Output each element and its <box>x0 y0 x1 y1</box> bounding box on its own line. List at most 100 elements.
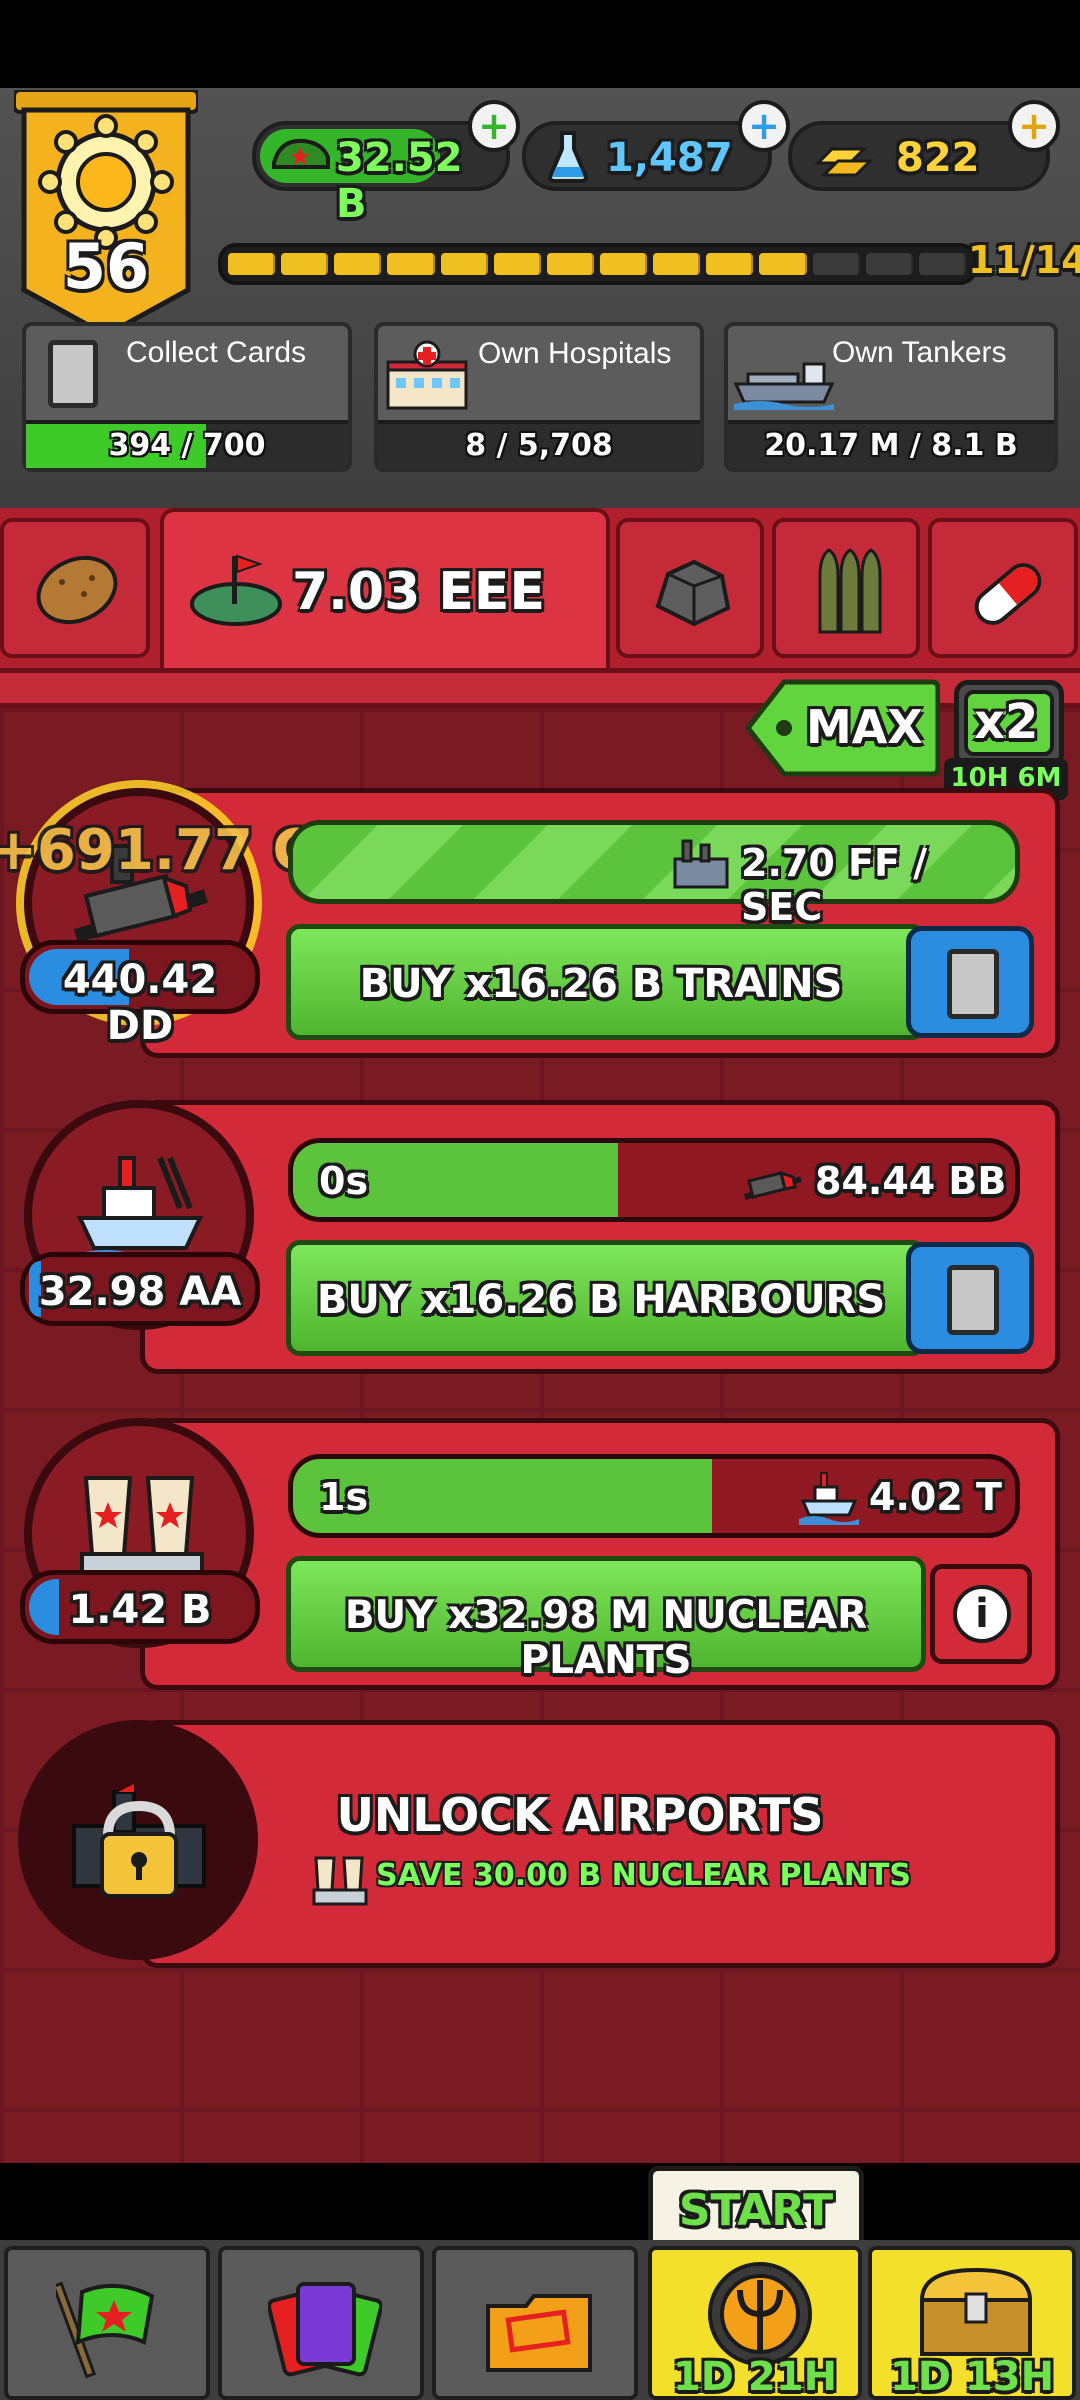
boost-label: x2 <box>974 694 1039 750</box>
flask-icon <box>547 131 589 183</box>
mission-progress-bar: 8 / 5,708 <box>378 420 700 468</box>
buy-harbours-label: BUY x16.26 B HARBOURS <box>316 1277 886 1323</box>
xp-progress-bar <box>218 243 978 285</box>
start-button[interactable]: START <box>648 2166 864 2250</box>
xp-segment <box>334 253 382 275</box>
xp-segment <box>493 253 541 275</box>
xp-segment <box>600 253 648 275</box>
card-icon <box>947 949 999 1019</box>
factory-icon <box>671 835 731 895</box>
buy-trains-button[interactable]: BUY x16.26 B TRAINS <box>286 924 926 1040</box>
unlock-requirement: SAVE 30.00 B NUCLEAR PLANTS <box>376 1858 911 1893</box>
nav-event-button-1[interactable]: 1D 21H <box>648 2246 862 2400</box>
gold-bars-icon <box>814 135 876 179</box>
xp-segment <box>281 253 329 275</box>
nav-folder-button[interactable] <box>432 2246 638 2400</box>
nuclear-plants-requirement: 4.02 T <box>869 1475 1002 1519</box>
trains-rate: 2.70 FF / SEC <box>741 841 928 929</box>
trains-card-button[interactable] <box>906 926 1034 1038</box>
level-banner[interactable]: 56 <box>12 88 200 340</box>
nuclear-plant-small-icon <box>310 1850 370 1914</box>
harbours-owned: 32.98 AA <box>38 1269 242 1315</box>
pill-icon <box>966 552 1050 640</box>
mission-label: Own Hospitals <box>478 337 672 370</box>
folder-icon <box>480 2270 598 2388</box>
trident-medal-icon <box>700 2256 820 2370</box>
hospital-icon <box>384 340 470 412</box>
event-timer-2: 1D 13H <box>889 2354 1055 2400</box>
xp-segment <box>865 253 913 275</box>
nuclear-plants-progress-bar: 1s 4.02 T <box>288 1454 1020 1538</box>
trains-progress-bar: 2.70 FF / SEC <box>288 820 1020 929</box>
mission-own-tankers[interactable]: Own Tankers 20.17 M / 8.1 B <box>724 322 1058 472</box>
xp-segment <box>653 253 701 275</box>
nav-cards-button[interactable] <box>218 2246 424 2400</box>
tab-ammo[interactable] <box>772 518 920 658</box>
xp-segment <box>387 253 435 275</box>
flag-icon <box>51 2272 166 2386</box>
level-number: 56 <box>62 230 150 303</box>
trains-owned-pill: 440.42 DD <box>20 940 260 1049</box>
event-timer-1: 1D 21H <box>672 2354 838 2400</box>
header: 56 32.52 B + 1,487 + 822 + 11/14 Collect… <box>0 88 1080 508</box>
row-unlock-airports[interactable] <box>140 1720 1060 1968</box>
harbours-progress-bar: 0s 84.44 BB <box>288 1138 1020 1222</box>
cards-icon <box>266 2270 384 2388</box>
tanker-icon <box>733 344 835 410</box>
active-resource-value: 7.03 EEE <box>292 562 545 622</box>
nuclear-plants-info-button[interactable]: i <box>930 1564 1032 1664</box>
nuclear-plants-owned-pill: 1.42 B <box>20 1570 260 1644</box>
ore-icon <box>650 556 734 632</box>
xp-segment <box>228 253 276 275</box>
mission-progress-text: 20.17 M / 8.1 B <box>764 428 1018 463</box>
trains-owned: 440.42 DD <box>62 957 218 1049</box>
nuclear-plants-timer: 1s <box>319 1475 369 1519</box>
card-icon <box>947 1265 999 1335</box>
harbours-owned-pill: 32.98 AA <box>20 1252 260 1326</box>
gold-value: 822 <box>896 135 980 181</box>
tab-ore[interactable] <box>616 518 764 658</box>
nuclear-plants-owned: 1.42 B <box>68 1587 212 1633</box>
tab-potato[interactable] <box>0 518 150 658</box>
buy-nuclear-plants-label: BUY x32.98 M NUCLEAR PLANTS <box>344 1593 868 1683</box>
nav-event-button-2[interactable]: 1D 13H <box>868 2246 1076 2400</box>
ammo-icon <box>814 546 886 640</box>
buy-nuclear-plants-button[interactable]: BUY x32.98 M NUCLEAR PLANTS <box>286 1556 926 1683</box>
research-value: 1,487 <box>606 135 733 181</box>
xp-segment <box>440 253 488 275</box>
buy-harbours-button[interactable]: BUY x16.26 B HARBOURS <box>286 1240 926 1356</box>
start-label: START <box>678 2185 834 2236</box>
ship-small-icon <box>799 1467 859 1531</box>
cash-icon <box>270 133 332 177</box>
harbours-timer: 0s <box>319 1159 369 1203</box>
treasure-chest-icon <box>912 2260 1040 2364</box>
xp-segment <box>812 253 860 275</box>
xp-progress-text: 11/14 <box>968 238 1080 282</box>
research-pill[interactable]: 1,487 <box>522 121 772 191</box>
nav-flag-button[interactable] <box>4 2246 210 2400</box>
mission-label: Own Tankers <box>832 336 1007 369</box>
tab-medicine[interactable] <box>928 518 1078 658</box>
harbours-requirement: 84.44 BB <box>815 1159 1007 1203</box>
buy-trains-label: BUY x16.26 B TRAINS <box>359 961 843 1007</box>
tab-land[interactable]: 7.03 EEE <box>160 508 610 668</box>
unlock-title: UNLOCK AIRPORTS <box>336 1788 824 1842</box>
mission-progress-text: 8 / 5,708 <box>465 428 613 463</box>
mission-collect-cards[interactable]: Collect Cards 394 / 700 <box>22 322 352 472</box>
mission-own-hospitals[interactable]: Own Hospitals 8 / 5,708 <box>374 322 704 472</box>
xp-segment <box>546 253 594 275</box>
max-button[interactable]: MAX <box>744 678 941 778</box>
add-research-button[interactable]: + <box>738 100 790 152</box>
max-label: MAX <box>806 700 923 754</box>
locked-airport-icon <box>64 1766 214 1920</box>
harbours-card-button[interactable] <box>906 1242 1034 1354</box>
xp-segment <box>706 253 754 275</box>
add-cash-button[interactable]: + <box>468 100 520 152</box>
mission-progress-bar: 394 / 700 <box>26 420 348 468</box>
xp-segment <box>759 253 807 275</box>
xp-segment <box>918 253 966 275</box>
potato-icon <box>32 552 122 632</box>
status-bar <box>0 0 1080 88</box>
add-gold-button[interactable]: + <box>1008 100 1060 152</box>
bottom-nav: 1D 21H 1D 13H <box>0 2240 1080 2400</box>
